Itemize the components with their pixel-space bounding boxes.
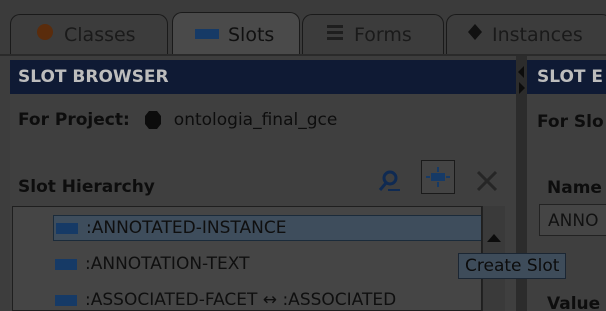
tree-item-associated-facet[interactable]: :ASSOCIATED-FACET ↔ :ASSOCIATED — [55, 287, 397, 310]
tree-item-label: :ANNOTATED-INSTANCE — [86, 218, 287, 238]
tab-label: Forms — [354, 23, 412, 46]
tab-slots[interactable]: Slots — [172, 12, 300, 56]
editor-name-value: ANNO — [548, 211, 599, 231]
create-slot-tooltip: Create Slot — [458, 253, 567, 279]
editor-for-label: For Slo — [537, 112, 604, 132]
form-icon — [325, 23, 345, 46]
delete-icon — [476, 170, 498, 192]
tab-forms[interactable]: Forms — [302, 14, 444, 54]
slot-editor-header: SLOT E — [527, 60, 606, 94]
scroll-up-icon[interactable] — [483, 228, 505, 248]
instance-icon — [467, 23, 483, 46]
slot-hierarchy-label: Slot Hierarchy — [18, 177, 155, 197]
slot-icon — [55, 294, 77, 306]
project-label: For Project: — [18, 110, 130, 130]
editor-value-label: Value — [547, 294, 601, 311]
collapse-arrows-icon[interactable] — [516, 60, 527, 100]
project-row: For Project: ontologia_final_gce — [18, 110, 337, 130]
tree-item-label: :ASSOCIATED-FACET ↔ :ASSOCIATED — [85, 290, 397, 310]
find-slot-button[interactable] — [374, 166, 404, 196]
tree-item-annotation-text[interactable]: :ANNOTATION-TEXT — [55, 251, 249, 277]
project-name: ontologia_final_gce — [173, 110, 338, 130]
create-slot-icon — [426, 167, 450, 187]
tab-label: Instances — [492, 23, 583, 46]
editor-name-label: Name — [547, 178, 602, 198]
tab-classes[interactable]: Classes — [10, 14, 168, 54]
tab-instances[interactable]: Instances — [446, 14, 606, 54]
slot-icon — [56, 222, 78, 234]
search-icon — [378, 170, 400, 191]
tab-bar: Classes Slots Forms Instances — [0, 0, 606, 56]
delete-slot-button[interactable] — [472, 166, 502, 196]
tab-label: Slots — [228, 23, 275, 46]
class-icon — [35, 22, 55, 47]
tab-label: Classes — [64, 23, 136, 46]
slot-icon — [55, 258, 77, 270]
editor-name-field[interactable]: ANNO — [539, 204, 606, 236]
create-slot-button[interactable] — [421, 160, 455, 194]
slot-hierarchy-tree[interactable]: :ANNOTATED-INSTANCE :ANNOTATION-TEXT :AS… — [12, 206, 482, 311]
tree-item-label: :ANNOTATION-TEXT — [85, 254, 250, 274]
slot-browser-header: SLOT BROWSER — [10, 60, 516, 94]
slot-icon — [195, 24, 219, 46]
tree-item-annotated-instance[interactable]: :ANNOTATED-INSTANCE — [53, 215, 481, 241]
project-icon — [144, 110, 162, 130]
